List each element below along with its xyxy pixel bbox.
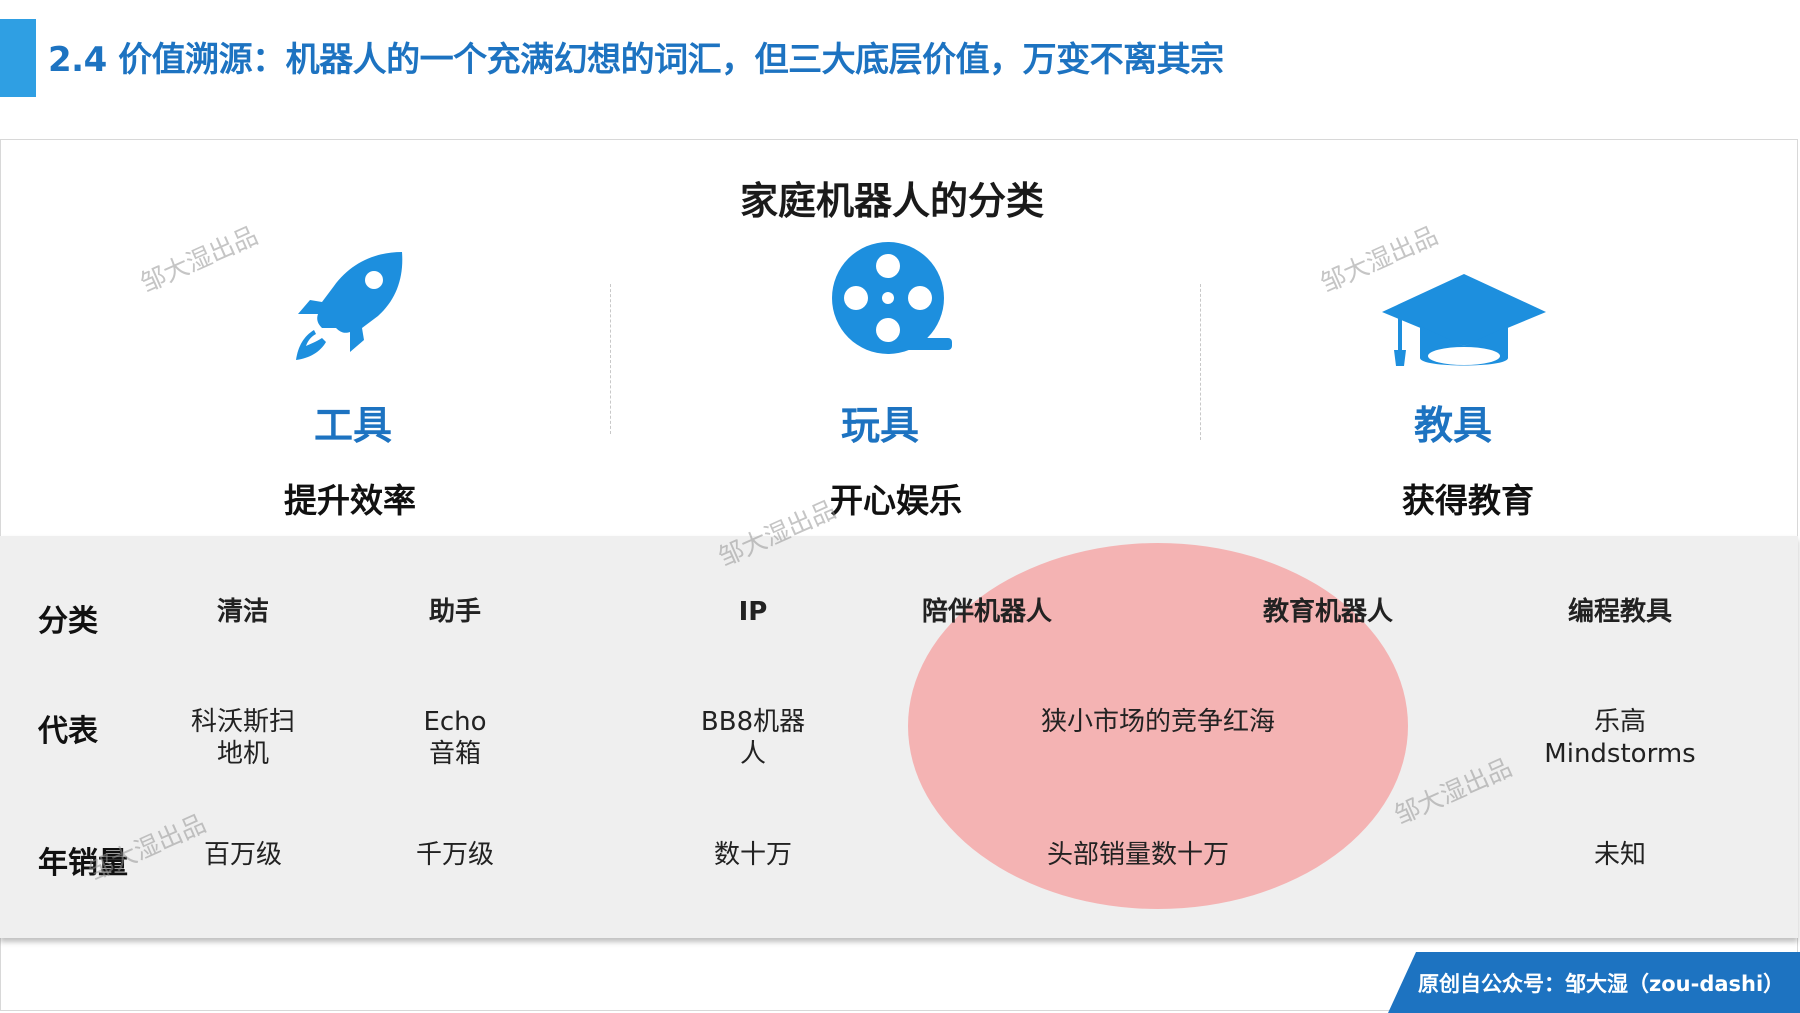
graduation-cap-icon [1382,274,1546,366]
col-header-ip: IP [738,597,768,627]
col-header-education-robot: 教育机器人 [1262,597,1393,627]
col-header-coding-kit: 编程教具 [1567,597,1672,627]
category-desc-toy: 开心娱乐 [830,481,962,520]
cell-sales-merged: 头部销量数十万 [1046,840,1229,870]
cell-rep-cleaning: 科沃斯扫 地机 [190,707,295,769]
divider-left [610,284,611,434]
diagram-title: 家庭机器人的分类 [739,179,1044,223]
cell-rep-merged: 狭小市场的竞争红海 [1040,707,1275,737]
cell-rep-assistant: Echo 音箱 [423,707,487,769]
divider-right [1200,284,1201,440]
footer-credit: 原创自公众号：邹大湿（zou-dashi） [1418,972,1785,996]
row-label-representative: 代表 [38,714,98,749]
rocket-icon [296,252,403,360]
title-accent-bar [0,19,36,97]
col-header-assistant: 助手 [428,597,481,627]
col-header-cleaning: 清洁 [216,597,269,627]
cell-rep-coding-kit: 乐高 Mindstorms [1544,707,1696,769]
category-name-edu: 教具 [1413,404,1492,449]
cell-sales-coding-kit: 未知 [1593,840,1646,870]
category-desc-tool: 提升效率 [284,481,416,520]
page-title: 2.4 价值溯源：机器人的一个充满幻想的词汇，但三大底层价值，万变不离其宗 [48,40,1224,80]
cell-rep-ip: BB8机器 人 [700,707,806,769]
category-desc-edu: 获得教育 [1402,481,1534,520]
row-label-annual-sales: 年销量 [38,846,128,881]
category-name-toy: 玩具 [840,404,919,449]
row-label-category: 分类 [38,604,98,639]
cell-sales-ip: 数十万 [713,840,792,870]
col-header-companion-robot: 陪伴机器人 [921,597,1052,627]
category-name-tool: 工具 [313,404,392,449]
film-reel-icon [832,242,952,354]
cell-sales-assistant: 千万级 [415,840,494,870]
cell-sales-cleaning: 百万级 [203,840,282,870]
